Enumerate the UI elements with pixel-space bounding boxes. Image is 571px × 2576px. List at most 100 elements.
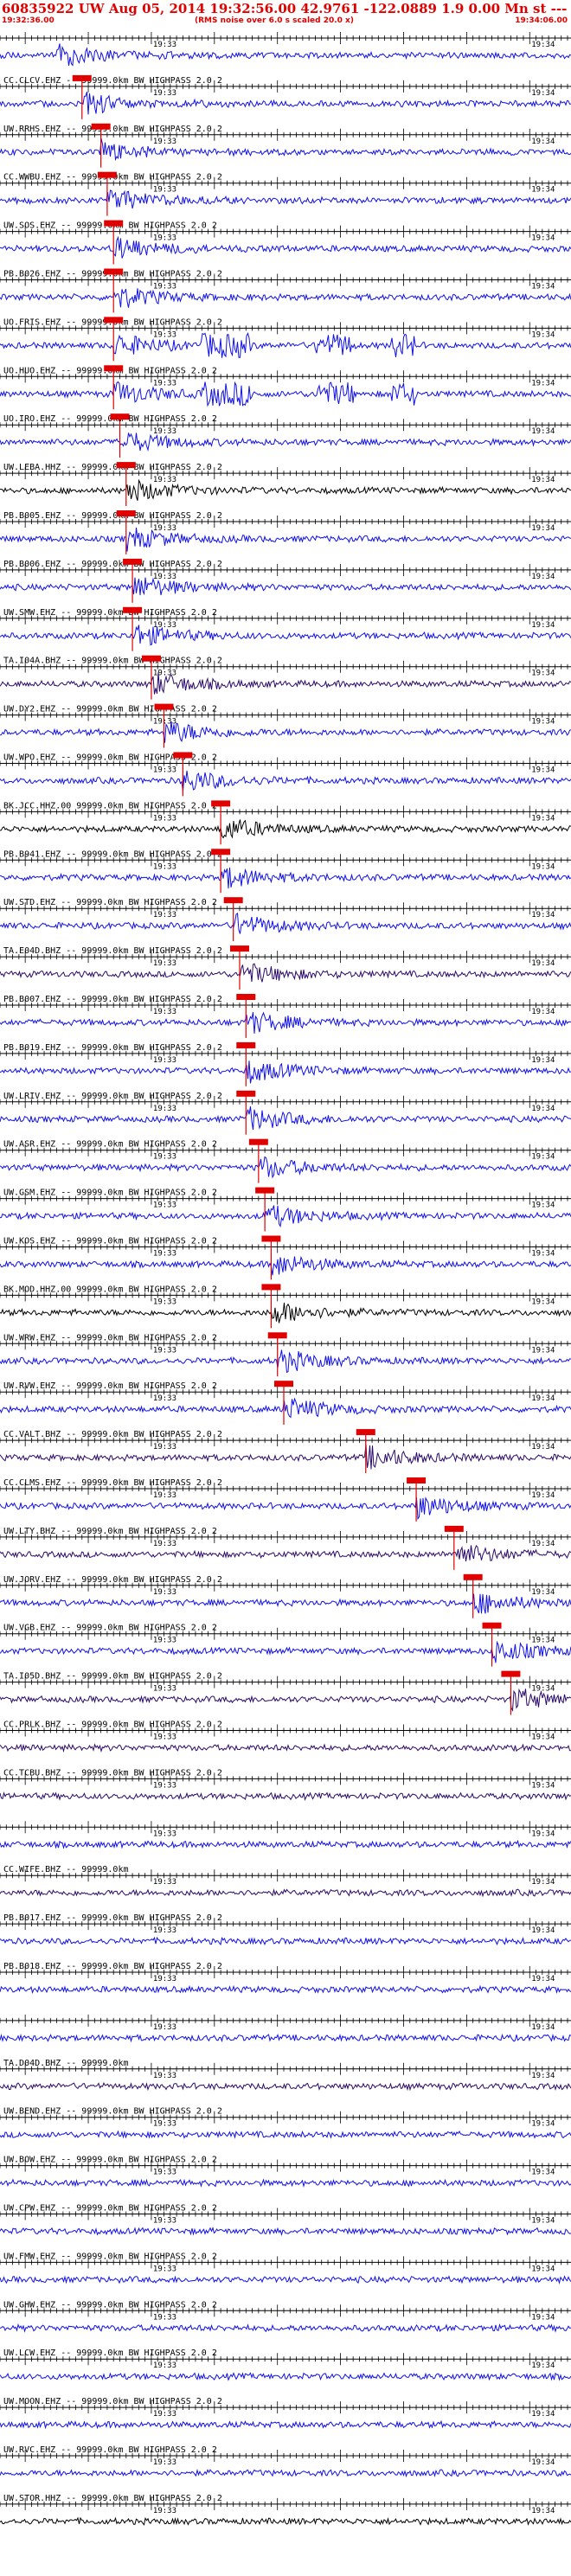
waveform <box>0 2419 571 2430</box>
waveform <box>0 288 571 308</box>
tick-label-right: 19:34 <box>531 1878 555 1887</box>
pick-flag <box>211 800 231 807</box>
trace-row: PB.B007.EHZ -- 99999.0km BW HIGHPASS 2.0… <box>0 994 571 1038</box>
waveform <box>0 478 571 501</box>
tick-label-right: 19:34 <box>531 1540 555 1548</box>
waveform <box>0 1349 571 1374</box>
tick-label-left: 19:33 <box>153 234 176 243</box>
tick-label-left: 19:33 <box>153 2120 176 2129</box>
pick-flag <box>116 462 136 469</box>
trace-row: UW.LTY.BHZ -- 99999.0km BW HIGHPASS 2.0 … <box>0 1525 571 1570</box>
waveform <box>0 1255 571 1276</box>
trace-row: 19:33 19:34 <box>0 1821 571 1849</box>
trace-label: UW.WRW.EHZ -- 99999.0km BW HIGHPASS 2.0 … <box>3 1333 217 1342</box>
pick-flag <box>211 849 231 855</box>
trace-row: UW.CPW.EHZ -- 99999.0km BW HIGHPASS 2.0 … <box>0 2204 571 2236</box>
pick-flag <box>173 752 193 759</box>
tick-label-left: 19:33 <box>153 1008 176 1016</box>
tick-label-right: 19:34 <box>531 766 555 775</box>
waveform <box>0 1496 571 1521</box>
pick-flag <box>123 606 143 613</box>
tick-label-left: 19:33 <box>153 1781 176 1790</box>
trace-label: UW.GSM.EHZ -- 99999.0km BW HIGHPASS 2.0 … <box>3 1189 217 1198</box>
trace-row: CC.CLCV.EHZ -- 99999.0km BW HIGHPASS 2.0… <box>0 74 571 119</box>
waveform <box>0 381 571 407</box>
tick-label-left: 19:33 <box>153 670 176 678</box>
pick-flag <box>236 1090 256 1097</box>
waveform <box>0 1444 571 1470</box>
waveform <box>0 1743 571 1753</box>
trace-row: UW.MOON.EHZ -- 99999.0km BW HIGHPASS 2.0… <box>0 2397 571 2430</box>
tick-label-right: 19:34 <box>531 862 555 871</box>
tick-label-right: 19:34 <box>531 1975 555 1983</box>
tick-label-left: 19:33 <box>153 1346 176 1355</box>
trace-row: TA.I04A.BHZ -- 99999.0km BW HIGHPASS 2.0… <box>0 655 571 700</box>
pick-flag <box>261 1235 281 1242</box>
tick-label-right: 19:34 <box>531 2265 555 2273</box>
tick-label-right: 19:34 <box>531 1008 555 1016</box>
tick-label-right: 19:34 <box>531 330 555 339</box>
tick-label-left: 19:33 <box>153 911 176 920</box>
waveform <box>0 1011 571 1034</box>
pick-flag <box>141 655 161 662</box>
waveform <box>0 43 571 67</box>
tick-label-right: 19:34 <box>531 573 555 581</box>
tick-label-left: 19:33 <box>153 2169 176 2177</box>
trace-label: BK.MOD.HHZ.00 99999.0km BW HIGHPASS 2.0 … <box>3 1285 217 1294</box>
waveform <box>0 235 571 259</box>
trace-label: UW.RVC.EHZ -- 99999.0km BW HIGHPASS 2.0 … <box>3 2445 217 2455</box>
waveform <box>0 1688 571 1712</box>
tick-label-left: 19:33 <box>153 1588 176 1597</box>
trace-label: UW.BOW.EHZ -- 99999.0km BW HIGHPASS 2.0 … <box>3 2156 217 2165</box>
tick-label-left: 19:33 <box>153 1105 176 1113</box>
trace-label: UW.KOS.EHZ -- 99999.0km BW HIGHPASS 2.0 … <box>3 1237 217 1246</box>
waveform <box>0 1397 571 1419</box>
trace-row: UW.ASR.EHZ -- 99999.0km BW HIGHPASS 2.0 … <box>0 1138 571 1183</box>
trace-label: UW.CPW.EHZ -- 99999.0km BW HIGHPASS 2.0 … <box>3 2204 217 2214</box>
waveform <box>0 1791 571 1802</box>
pick-flag <box>104 317 124 324</box>
pick-flag <box>463 1573 483 1580</box>
header: 60835922 UW Aug 05, 2014 19:32:56.00 42.… <box>0 0 571 26</box>
trace-row: CC.CLMS.EHZ -- 99999.0km BW HIGHPASS 2.0… <box>0 1477 571 1522</box>
tick-label-left: 19:33 <box>153 1829 176 1838</box>
trace-row: UW.VGB.EHZ -- 99999.0km BW HIGHPASS 2.0 … <box>0 1622 571 1667</box>
tick-label-right: 19:34 <box>531 234 555 243</box>
pick-flag <box>123 558 143 565</box>
waveform <box>0 1593 571 1614</box>
trace-row: BK.JCC.HHZ.00 99999.0km BW HIGHPASS 2.0 … <box>0 800 571 845</box>
pick-flag <box>274 1381 293 1387</box>
tick-label-right: 19:34 <box>531 379 555 388</box>
tick-label-left: 19:33 <box>153 89 176 98</box>
tick-label-right: 19:34 <box>531 814 555 823</box>
event-title: 60835922 UW Aug 05, 2014 19:32:56.00 42.… <box>2 1 571 16</box>
tick-label-right: 19:34 <box>531 1443 555 1451</box>
waveform <box>0 721 571 743</box>
tick-label-right: 19:34 <box>531 476 555 484</box>
trace-row: UW.DY2.EHZ -- 99999.0km BW HIGHPASS 2.0 … <box>0 703 571 748</box>
tick-label-right: 19:34 <box>531 959 555 968</box>
waveform <box>0 867 571 889</box>
tick-label-left: 19:33 <box>153 2361 176 2370</box>
tick-label-right: 19:34 <box>531 1926 555 1935</box>
tick-label-right: 19:34 <box>531 1829 555 1838</box>
seismogram-page: 60835922 UW Aug 05, 2014 19:32:56.00 42.… <box>0 0 571 2576</box>
tick-label-left: 19:33 <box>153 1394 176 1403</box>
tick-label-left: 19:33 <box>153 1491 176 1500</box>
tick-label-left: 19:33 <box>153 1298 176 1306</box>
seismogram-plot: 19:33 19:34 CC.CLCV.EHZ -- 99999.0km BW HI… <box>0 32 571 2526</box>
tick-label-left: 19:33 <box>153 1056 176 1065</box>
pick-flag <box>104 220 124 227</box>
tick-label-right: 19:34 <box>531 427 555 436</box>
trace-label: UW.FMW.EHZ -- 99999.0km BW HIGHPASS 2.0 … <box>3 2252 217 2261</box>
tick-label-left: 19:33 <box>153 1250 176 1259</box>
pick-flag <box>236 994 256 1000</box>
trace-label: UO.IRO.EHZ -- 99999.0km BW HIGHPASS 2.0 … <box>3 414 217 424</box>
tick-label-right: 19:34 <box>531 524 555 533</box>
tick-label-right: 19:34 <box>531 1056 555 1065</box>
trace-row: PB.B017.EHZ -- 99999.0km BW HIGHPASS 2.0… <box>0 1913 571 1946</box>
trace-row: PB.B005.EHZ -- 99999.0km BW HIGHPASS 2.0… <box>0 510 571 554</box>
tick-label-left: 19:33 <box>153 2023 176 2032</box>
pick-flag <box>97 171 117 178</box>
window-start-time: 19:32:36.00 <box>2 16 55 25</box>
